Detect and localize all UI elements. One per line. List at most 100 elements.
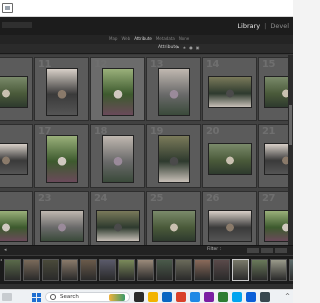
taskbar-search[interactable]: Search	[45, 292, 130, 302]
module-develop[interactable]: Devel	[270, 22, 289, 30]
module-library[interactable]: Library	[237, 22, 260, 30]
pinned-app-icon[interactable]	[260, 292, 270, 302]
color-filter-icon[interactable]: ●	[189, 45, 193, 50]
cell-index-number: 27	[262, 193, 275, 204]
kind-filter-icon[interactable]: ▣	[196, 45, 200, 50]
grid-cell[interactable]: 12	[90, 57, 145, 121]
filmstrip-thumbnail[interactable]	[213, 259, 230, 281]
photo-thumbnail[interactable]	[207, 76, 252, 108]
photo-thumbnail[interactable]	[45, 135, 78, 183]
pinned-app-icon[interactable]	[218, 292, 228, 302]
star-filter-icon[interactable]: ★	[183, 45, 187, 50]
library-filter-menu: Map Web Attribute Metadata None	[0, 35, 293, 44]
menu-web[interactable]: Web	[121, 36, 130, 41]
photo-thumbnail[interactable]	[101, 68, 134, 116]
filmstrip-filter-label: Filter :	[207, 247, 222, 252]
photo-thumbnail[interactable]	[95, 210, 140, 242]
filmstrip-scroll-icon[interactable]: ◂	[0, 257, 2, 262]
grid-cell[interactable]: 16	[0, 124, 33, 188]
menu-metadata[interactable]: Metadata	[156, 36, 175, 41]
filmstrip-thumbnail[interactable]	[80, 259, 97, 281]
grid-cell[interactable]: 20	[202, 124, 257, 188]
filmstrip-thumbnail[interactable]	[23, 259, 40, 281]
grid-cell[interactable]: 19	[146, 124, 201, 188]
cell-index-number: 14	[206, 59, 219, 70]
monitor-screen: Library | Devel Map Web Attribute Metada…	[0, 0, 293, 303]
filmstrip-thumbnail[interactable]	[251, 259, 268, 281]
photo-thumbnail[interactable]	[157, 68, 190, 116]
library-grid: 101112131415161718192021222324252627	[0, 55, 293, 255]
filmstrip-thumbnail[interactable]	[118, 259, 135, 281]
filmstrip-thumbnail[interactable]	[289, 259, 293, 281]
grid-cell[interactable]: 14	[202, 57, 257, 121]
identity-logo	[2, 22, 32, 28]
module-separator: |	[264, 22, 267, 30]
pinned-apps	[134, 292, 270, 302]
cell-index-number: 15	[262, 59, 275, 70]
grid-cell[interactable]: 13	[146, 57, 201, 121]
filmstrip-thumbnail[interactable]	[42, 259, 59, 281]
cell-index-number: 23	[38, 193, 51, 204]
widgets-icon[interactable]	[2, 293, 12, 301]
cell-index-number: 20	[206, 126, 219, 137]
filmstrip-thumbnail[interactable]	[232, 259, 249, 281]
photo-thumbnail[interactable]	[0, 143, 28, 175]
filmstrip-thumbnail[interactable]	[61, 259, 78, 281]
flag-filter-icon[interactable]: ⚑	[176, 45, 180, 50]
filmstrip-toolbar: ◂ Filter :	[0, 245, 293, 255]
photo-thumbnail[interactable]	[207, 210, 252, 242]
scroll-thumb[interactable]	[289, 105, 292, 145]
grid-cell[interactable]: 11	[34, 57, 89, 121]
cell-index-number: 24	[94, 193, 107, 204]
menu-attribute[interactable]: Attribute	[134, 36, 152, 41]
photo-thumbnail[interactable]	[45, 68, 78, 116]
pinned-app-icon[interactable]	[162, 292, 172, 302]
filmstrip-thumbnail[interactable]	[175, 259, 192, 281]
module-picker: Library | Devel	[237, 22, 289, 30]
filmstrip-thumbnail[interactable]	[156, 259, 173, 281]
attribute-filter-bar: Attribute ⚑ ★ ● ▣	[0, 44, 293, 54]
filmstrip: ◂	[0, 256, 293, 284]
window-icon[interactable]	[2, 3, 13, 13]
filter-flag-icon[interactable]	[261, 248, 273, 253]
filmstrip-tools	[247, 248, 287, 253]
photo-thumbnail[interactable]	[0, 76, 28, 108]
photo-thumbnail[interactable]	[101, 135, 134, 183]
grid-cell[interactable]: 10	[0, 57, 33, 121]
photo-thumbnail[interactable]	[157, 135, 190, 183]
filter-preset-icon[interactable]	[247, 248, 259, 253]
filter-label: Attribute	[158, 45, 178, 50]
pinned-app-icon[interactable]	[148, 292, 158, 302]
photo-thumbnail[interactable]	[39, 210, 84, 242]
cell-index-number: 26	[206, 193, 219, 204]
cell-index-number: 25	[150, 193, 163, 204]
start-button-icon[interactable]	[32, 293, 41, 302]
lightroom-window: Library | Devel Map Web Attribute Metada…	[0, 17, 293, 289]
photo-thumbnail[interactable]	[207, 143, 252, 175]
pinned-app-icon[interactable]	[134, 292, 144, 302]
menu-map[interactable]: Map	[109, 36, 117, 41]
filmstrip-thumbnail[interactable]	[99, 259, 116, 281]
filmstrip-thumbnail[interactable]	[270, 259, 287, 281]
cell-index-number: 21	[262, 126, 275, 137]
grid-cell[interactable]: 18	[90, 124, 145, 188]
pinned-app-icon[interactable]	[204, 292, 214, 302]
filmstrip-thumbnail[interactable]	[4, 259, 21, 281]
filter-star-icon[interactable]	[275, 248, 287, 253]
filmstrip-thumbnail[interactable]	[194, 259, 211, 281]
pinned-app-icon[interactable]	[232, 292, 242, 302]
pinned-app-icon[interactable]	[190, 292, 200, 302]
pinned-app-icon[interactable]	[246, 292, 256, 302]
pinned-app-icon[interactable]	[176, 292, 186, 302]
grid-scrollbar[interactable]	[288, 55, 293, 245]
grid-cell[interactable]: 17	[34, 124, 89, 188]
photo-thumbnail[interactable]	[151, 210, 196, 242]
menu-none[interactable]: None	[179, 36, 189, 41]
filmstrip-thumbnail[interactable]	[137, 259, 154, 281]
filter-controls: ⚑ ★ ● ▣	[176, 45, 199, 50]
show-hidden-icons-icon[interactable]: ^	[285, 293, 290, 300]
photo-thumbnail[interactable]	[0, 210, 28, 242]
windows-taskbar: Search ^	[0, 289, 293, 303]
search-label: Search	[60, 294, 79, 300]
collapse-arrow-icon[interactable]: ◂	[4, 247, 7, 253]
